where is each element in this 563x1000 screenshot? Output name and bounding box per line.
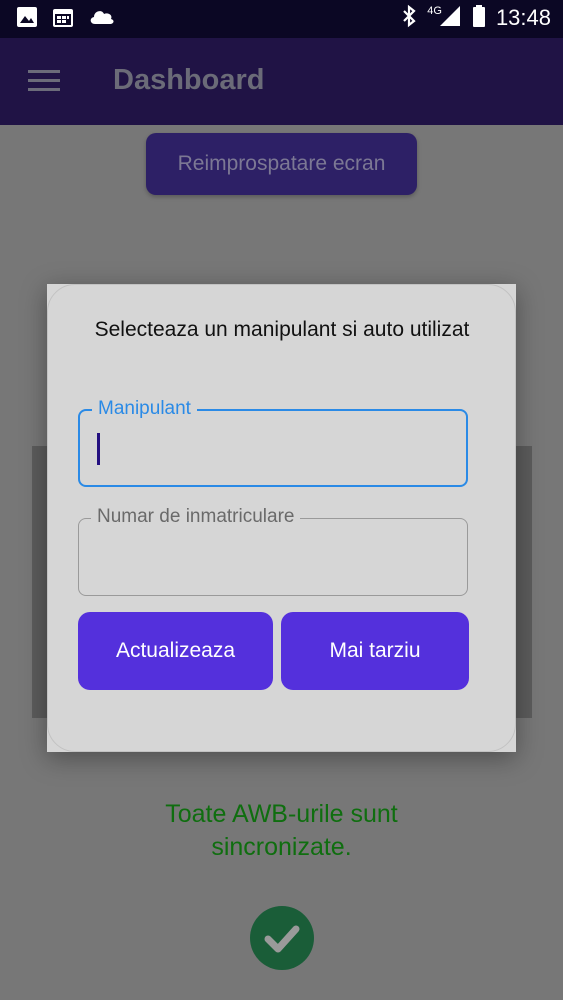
plate-number-label: Numar de inmatriculare: [91, 505, 301, 529]
dialog-title: Selecteaza un manipulant si auto utiliza…: [94, 318, 470, 341]
sync-status-text: Toate AWB-urile sunt sincronizate.: [0, 798, 563, 864]
bluetooth-icon: [401, 4, 417, 32]
later-button[interactable]: Mai tarziu: [281, 612, 469, 690]
sync-status-line-2: sincronizate.: [211, 833, 352, 861]
page-title: Dashboard: [113, 64, 265, 96]
status-bar-left: [16, 6, 116, 32]
update-button[interactable]: Actualizeaza: [78, 612, 273, 690]
battery-icon: [472, 4, 486, 32]
status-time: 13:48: [495, 5, 551, 30]
plate-number-input[interactable]: [93, 539, 451, 575]
manipulant-field[interactable]: Manipulant: [78, 397, 468, 487]
hamburger-menu-icon[interactable]: [28, 70, 60, 94]
plate-number-field[interactable]: Numar de inmatriculare: [78, 505, 468, 596]
manipulant-input[interactable]: [94, 431, 452, 467]
status-bar-right: 4G 13:48: [401, 4, 551, 32]
select-handler-dialog: Selecteaza un manipulant si auto utiliza…: [47, 284, 516, 752]
app-bar: Dashboard: [0, 38, 563, 125]
manipulant-label: Manipulant: [92, 397, 197, 421]
status-bar: 4G 13:48: [0, 0, 563, 38]
network-type-label: 4G: [427, 5, 442, 17]
image-icon: [16, 6, 38, 32]
check-circle-icon: [250, 906, 314, 970]
calendar-icon: [52, 6, 74, 32]
cloud-icon: [88, 6, 116, 32]
refresh-screen-button[interactable]: Reimprospatare ecran: [146, 133, 417, 195]
sync-status-line-1: Toate AWB-urile sunt: [165, 800, 398, 828]
